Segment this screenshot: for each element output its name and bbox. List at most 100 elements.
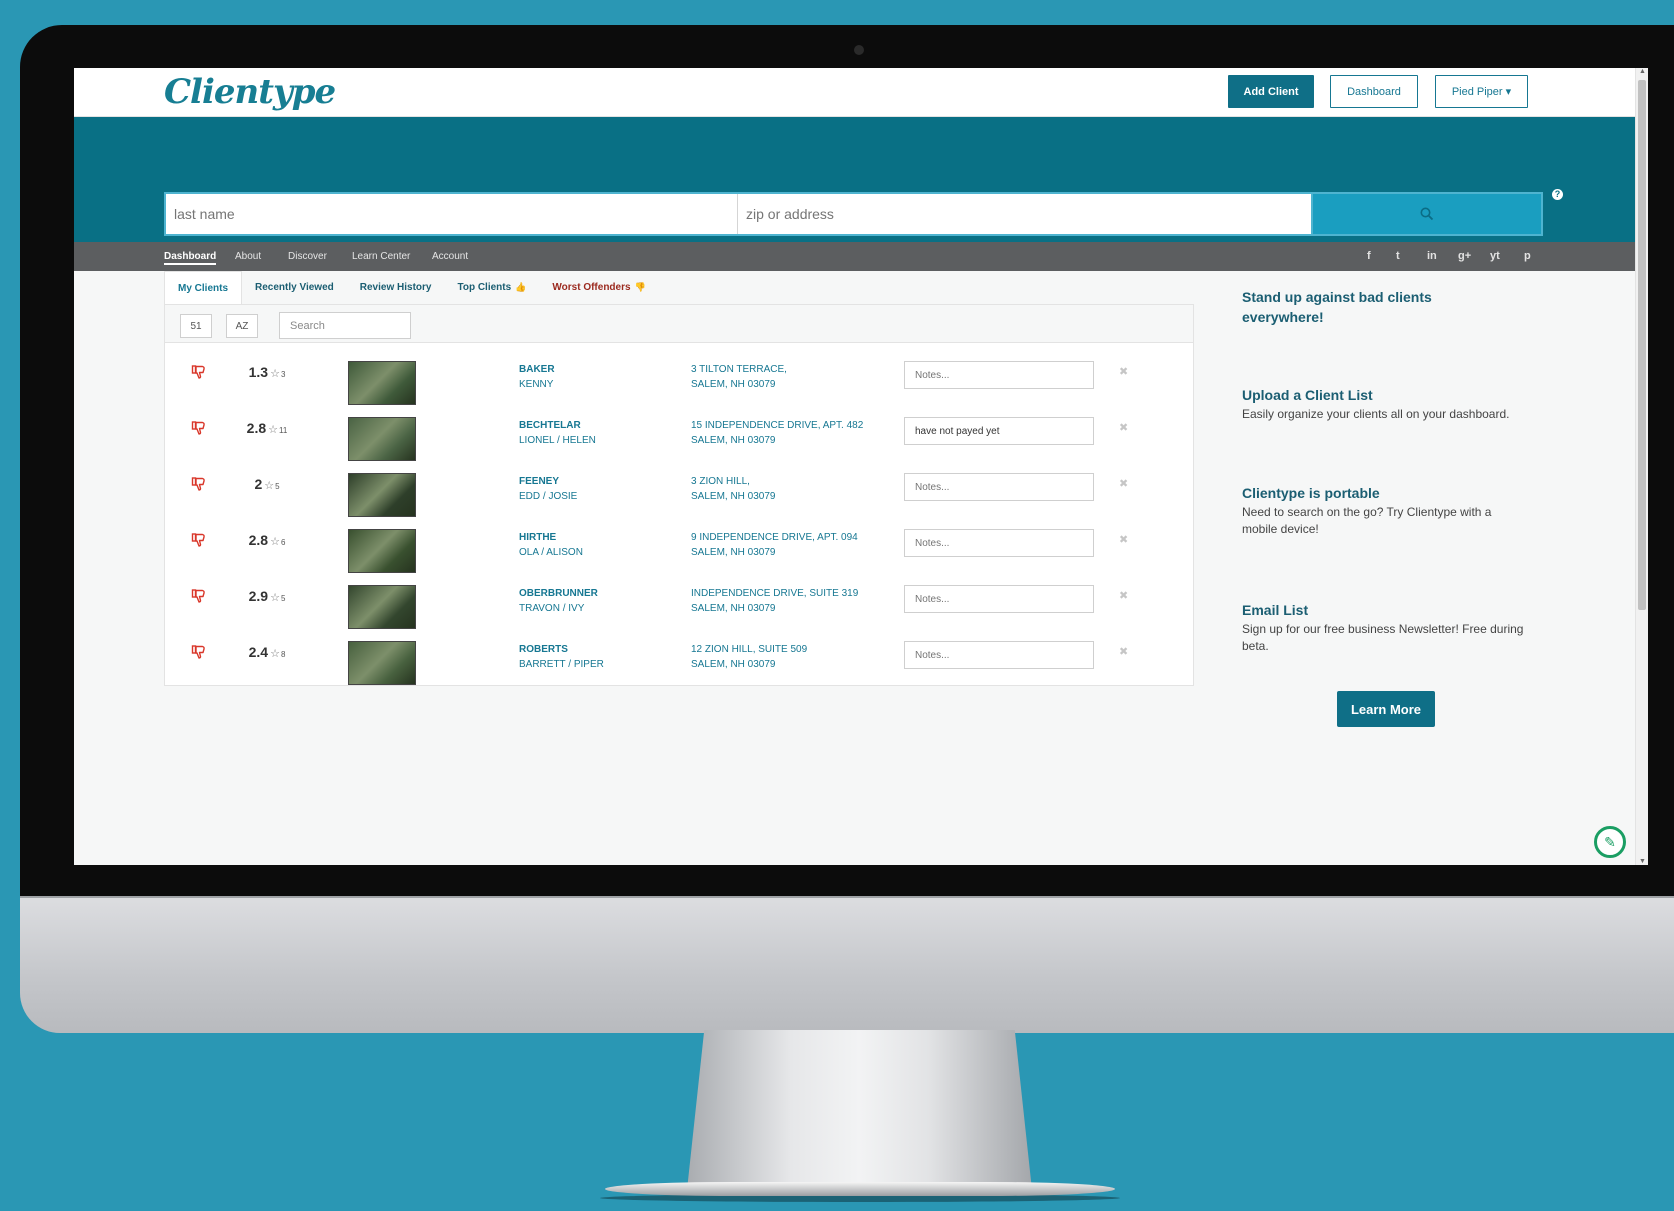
client-last-name[interactable]: BAKER — [519, 364, 555, 375]
remove-icon[interactable]: ✖ — [1119, 365, 1128, 378]
rating-value: 2 — [254, 476, 263, 492]
thumbs-down-icon[interactable] — [191, 532, 207, 548]
edit-fab[interactable]: ✎ — [1594, 826, 1626, 858]
thumbs-down-icon[interactable] — [191, 476, 207, 492]
client-first-names[interactable]: BARRETT / PIPER — [519, 659, 604, 670]
property-photo[interactable] — [348, 417, 416, 461]
client-row[interactable]: 2.8 ☆ 6 HIRTHE OLA / ALISON 9 INDEPENDEN… — [165, 518, 1193, 574]
thumbs-down-icon[interactable] — [191, 588, 207, 604]
notes-input[interactable] — [904, 361, 1094, 389]
client-address-line2[interactable]: SALEM, NH 03079 — [691, 491, 776, 502]
linkedin-icon[interactable]: in — [1427, 250, 1437, 262]
rating-value: 2.8 — [246, 420, 267, 436]
client-address-line2[interactable]: SALEM, NH 03079 — [691, 435, 776, 446]
nav-account[interactable]: Account — [432, 251, 468, 262]
client-address-line1[interactable]: 12 ZION HILL, SUITE 509 — [691, 644, 807, 655]
account-menu-button[interactable]: Pied Piper ▾ — [1435, 75, 1528, 108]
remove-icon[interactable]: ✖ — [1119, 421, 1128, 434]
nav-discover[interactable]: Discover — [288, 251, 327, 262]
client-first-names[interactable]: OLA / ALISON — [519, 547, 583, 558]
property-photo[interactable] — [348, 529, 416, 573]
tab-worst-offenders[interactable]: Worst Offenders 👎 — [539, 271, 658, 304]
client-address-line1[interactable]: 3 ZION HILL, — [691, 476, 750, 487]
tab-top-clients[interactable]: Top Clients 👍 — [444, 271, 539, 304]
nav-about[interactable]: About — [235, 251, 261, 262]
client-address-line1[interactable]: 15 INDEPENDENCE DRIVE, APT. 482 — [691, 420, 863, 431]
property-photo[interactable] — [348, 641, 416, 685]
property-photo[interactable] — [348, 361, 416, 405]
scroll-thumb[interactable] — [1638, 80, 1646, 610]
sort-az-button[interactable]: AZ — [226, 314, 258, 338]
client-row[interactable]: 2 ☆ 5 FEENEY EDD / JOSIE 3 ZION HILL, SA… — [165, 462, 1193, 518]
remove-icon[interactable]: ✖ — [1119, 533, 1128, 546]
client-first-names[interactable]: LIONEL / HELEN — [519, 435, 596, 446]
notes-input[interactable] — [904, 529, 1094, 557]
camera-icon — [854, 45, 864, 55]
client-row[interactable]: 2.8 ☆ 11 BECHTELAR LIONEL / HELEN 15 IND… — [165, 406, 1193, 462]
client-address-line1[interactable]: 3 TILTON TERRACE, — [691, 364, 787, 375]
last-name-input[interactable] — [166, 194, 738, 234]
tab-review-history[interactable]: Review History — [347, 271, 445, 304]
client-last-name[interactable]: FEENEY — [519, 476, 559, 487]
client-last-name[interactable]: ROBERTS — [519, 644, 568, 655]
page-scrollbar[interactable]: ▲ ▼ — [1635, 68, 1648, 865]
zip-address-input[interactable] — [738, 194, 1311, 234]
star-icon: ☆ — [268, 424, 279, 436]
twitter-icon[interactable]: t — [1396, 250, 1400, 262]
add-client-button[interactable]: Add Client — [1228, 75, 1314, 108]
upload-title[interactable]: Upload a Client List — [1242, 387, 1373, 403]
client-row[interactable]: 1.3 ☆ 3 BAKER KENNY 3 TILTON TERRACE, SA… — [165, 350, 1193, 406]
thumbs-down-icon[interactable] — [191, 364, 207, 380]
tab-my-clients[interactable]: My Clients — [164, 271, 243, 304]
client-address-line2[interactable]: SALEM, NH 03079 — [691, 603, 776, 614]
list-search-input[interactable]: Search — [279, 312, 411, 339]
client-address-line1[interactable]: INDEPENDENCE DRIVE, SUITE 319 — [691, 588, 858, 599]
notes-input[interactable] — [904, 641, 1094, 669]
client-first-names[interactable]: KENNY — [519, 379, 553, 390]
tab-label: Review History — [359, 282, 432, 293]
nav-dashboard[interactable]: Dashboard — [164, 251, 217, 265]
client-row[interactable]: 2.4 ☆ 8 ROBERTS BARRETT / PIPER 12 ZION … — [165, 630, 1193, 686]
remove-icon[interactable]: ✖ — [1119, 589, 1128, 602]
tab-recently-viewed[interactable]: Recently Viewed — [242, 271, 347, 304]
thumbs-down-icon[interactable] — [191, 644, 207, 660]
notes-input[interactable] — [904, 473, 1094, 501]
remove-icon[interactable]: ✖ — [1119, 477, 1128, 490]
property-photo[interactable] — [348, 473, 416, 517]
client-address-line1[interactable]: 9 INDEPENDENCE DRIVE, APT. 094 — [691, 532, 858, 543]
notes-input[interactable] — [904, 417, 1094, 445]
client-address-line2[interactable]: SALEM, NH 03079 — [691, 659, 776, 670]
upload-text: Easily organize your clients all on your… — [1242, 407, 1510, 421]
search-button[interactable] — [1313, 194, 1541, 234]
client-row[interactable]: 2.9 ☆ 5 OBERBRUNNER TRAVON / IVY INDEPEN… — [165, 574, 1193, 630]
client-first-names[interactable]: TRAVON / IVY — [519, 603, 584, 614]
review-count: 5 — [280, 594, 286, 603]
learn-more-button[interactable]: Learn More — [1337, 691, 1435, 727]
thumbs-down-icon[interactable] — [191, 420, 207, 436]
client-first-names[interactable]: EDD / JOSIE — [519, 491, 577, 502]
nav-learn-center[interactable]: Learn Center — [352, 251, 410, 262]
client-last-name[interactable]: BECHTELAR — [519, 420, 581, 431]
pinterest-icon[interactable]: p — [1524, 250, 1531, 262]
client-last-name[interactable]: OBERBRUNNER — [519, 588, 598, 599]
top-bar: Clientype Add Client Dashboard Pied Pipe… — [74, 68, 1635, 117]
remove-icon[interactable]: ✖ — [1119, 645, 1128, 658]
scroll-up-icon[interactable]: ▲ — [1639, 68, 1646, 75]
help-icon[interactable]: ? — [1552, 189, 1563, 200]
property-photo[interactable] — [348, 585, 416, 629]
client-address-line2[interactable]: SALEM, NH 03079 — [691, 379, 776, 390]
search-icon — [1420, 207, 1434, 221]
sidebar-headline: Stand up against bad clients everywhere! — [1242, 289, 1432, 325]
dashboard-button[interactable]: Dashboard — [1330, 75, 1418, 108]
facebook-icon[interactable]: f — [1367, 250, 1371, 262]
rating: 2.9 ☆ 5 — [237, 588, 297, 604]
youtube-icon[interactable]: yt — [1490, 250, 1500, 262]
client-last-name[interactable]: HIRTHE — [519, 532, 556, 543]
review-count: 8 — [280, 650, 286, 659]
app-logo[interactable]: Clientype — [164, 72, 336, 112]
count-button[interactable]: 51 — [180, 314, 212, 338]
google-plus-icon[interactable]: g+ — [1458, 250, 1471, 262]
client-address-line2[interactable]: SALEM, NH 03079 — [691, 547, 776, 558]
notes-input[interactable] — [904, 585, 1094, 613]
scroll-down-icon[interactable]: ▼ — [1639, 858, 1646, 865]
